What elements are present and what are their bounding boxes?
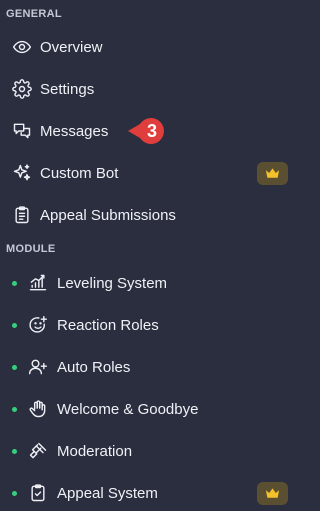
status-dot bbox=[12, 490, 17, 496]
user-plus-icon bbox=[27, 356, 49, 378]
chart-bars-icon bbox=[27, 272, 49, 294]
sidebar-item-label: Appeal System bbox=[57, 484, 158, 502]
sparkles-icon bbox=[11, 162, 33, 184]
sidebar-item-label: Overview bbox=[40, 38, 103, 56]
sidebar-item-moderation[interactable]: Moderation bbox=[0, 433, 298, 469]
sidebar-item-appeal-submissions[interactable]: Appeal Submissions bbox=[0, 197, 298, 233]
sidebar-item-label: Settings bbox=[40, 80, 95, 98]
status-dot bbox=[12, 322, 17, 328]
sidebar-item-auto-roles[interactable]: Auto Roles bbox=[0, 349, 298, 385]
sidebar-item-label: Auto Roles bbox=[57, 358, 131, 376]
crown-icon bbox=[265, 488, 280, 498]
status-dot bbox=[12, 364, 17, 370]
premium-badge bbox=[257, 161, 288, 185]
chat-bubbles-icon bbox=[11, 120, 33, 142]
sidebar-item-label: Moderation bbox=[57, 442, 133, 460]
section-title-module: MODULE bbox=[6, 243, 56, 255]
sidebar-item-label: Leveling System bbox=[57, 274, 168, 292]
sidebar-item-welcome-goodbye[interactable]: Welcome & Goodbye bbox=[0, 391, 298, 427]
sidebar-item-label: Custom Bot bbox=[40, 164, 119, 182]
sidebar-item-label: Reaction Roles bbox=[57, 316, 159, 334]
sidebar-item-label: Welcome & Goodbye bbox=[57, 400, 199, 418]
sidebar-item-custom-bot[interactable]: Custom Bot bbox=[0, 155, 298, 191]
clipboard-check-icon bbox=[27, 482, 49, 504]
sidebar-item-settings[interactable]: Settings bbox=[0, 71, 298, 107]
hand-wave-icon bbox=[27, 398, 49, 420]
status-dot bbox=[12, 280, 17, 286]
annotation-number: 3 bbox=[146, 120, 157, 141]
eye-icon bbox=[11, 36, 33, 58]
annotation-marker: 3 bbox=[126, 115, 168, 147]
clipboard-list-icon bbox=[11, 204, 33, 226]
sidebar-item-leveling-system[interactable]: Leveling System bbox=[0, 265, 298, 301]
status-dot bbox=[12, 448, 17, 454]
smiley-plus-icon bbox=[27, 314, 49, 336]
section-title-general: GENERAL bbox=[6, 8, 62, 20]
status-dot bbox=[12, 406, 17, 412]
sidebar-item-label: Appeal Submissions bbox=[40, 206, 176, 224]
sidebar-item-label: Messages bbox=[40, 122, 109, 140]
crown-icon bbox=[265, 168, 280, 178]
gear-icon bbox=[11, 78, 33, 100]
gavel-icon bbox=[27, 440, 49, 462]
sidebar-item-reaction-roles[interactable]: Reaction Roles bbox=[0, 307, 298, 343]
sidebar-item-overview[interactable]: Overview bbox=[0, 29, 298, 65]
premium-badge bbox=[257, 481, 288, 505]
